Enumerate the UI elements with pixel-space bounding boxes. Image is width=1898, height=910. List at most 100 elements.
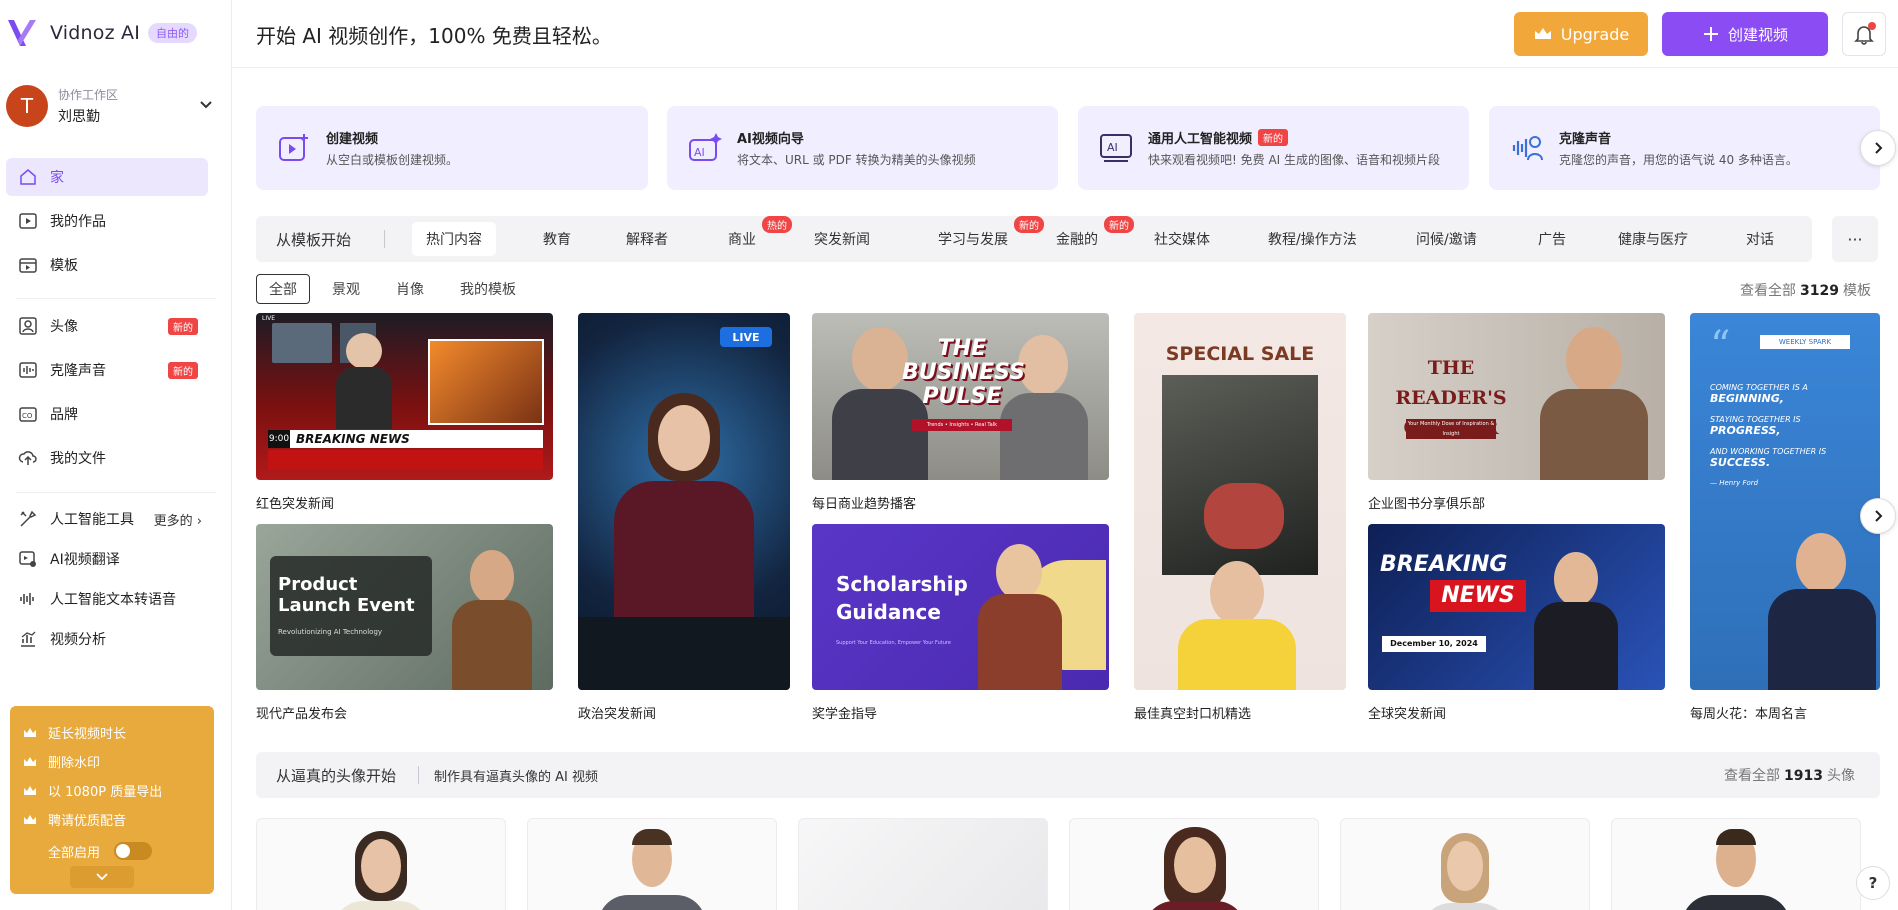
tab-social-media[interactable]: 社交媒体 xyxy=(1140,222,1224,256)
workspace-label: 协作工作区 xyxy=(58,88,119,102)
filter-portrait[interactable]: 肖像 xyxy=(384,274,436,304)
create-video-button[interactable]: 创建视频 xyxy=(1662,12,1828,56)
feature-card-clone-voice[interactable]: 克隆声音 克隆您的声音，用您的语气说 40 多种语言。 xyxy=(1489,106,1880,190)
feature-desc: 从空白或模板创建视频。 xyxy=(326,153,459,167)
tools-icon xyxy=(20,510,37,527)
avatar-card[interactable] xyxy=(1340,818,1590,910)
filter-landscape[interactable]: 景观 xyxy=(320,274,372,304)
presenter-head xyxy=(470,550,514,604)
help-button[interactable]: ? xyxy=(1856,866,1890,900)
voice-clone-icon xyxy=(1512,136,1543,161)
live-badge: LIVE xyxy=(720,327,772,347)
sidebar-item-video-analysis[interactable]: 视频分析 xyxy=(6,620,208,658)
notifications-button[interactable] xyxy=(1842,12,1886,56)
tab-business[interactable]: 商业 热的 xyxy=(714,216,792,256)
avatar-section-subtitle: 制作具有逼真头像的 AI 视频 xyxy=(434,770,598,785)
tab-tutorial[interactable]: 教程/操作方法 xyxy=(1254,222,1371,256)
workspace-switcher[interactable]: T 协作工作区 刘思勤 xyxy=(6,84,216,128)
sidebar-item-video-translate[interactable]: AI视频翻译 xyxy=(6,540,208,578)
sidebar-item-my-works[interactable]: 我的作品 xyxy=(6,202,208,240)
tab-finance[interactable]: 金融的 新的 xyxy=(1042,216,1134,256)
avatar-head xyxy=(1447,841,1483,891)
translate-icon xyxy=(19,551,36,567)
view-all-avatars-link[interactable]: 查看全部 1913 头像 xyxy=(1724,765,1855,785)
sidebar-item-label: 我的文件 xyxy=(50,451,106,467)
sidebar-item-home[interactable]: 家 xyxy=(6,158,208,196)
create-video-icon xyxy=(279,134,308,161)
tab-dialogue[interactable]: 对话 xyxy=(1732,222,1788,256)
quote-text: COMING TOGETHER IS A BEGINNING, STAYING … xyxy=(1710,383,1827,487)
tab-breaking-news[interactable]: 突发新闻 xyxy=(800,222,884,256)
avatar-card[interactable] xyxy=(527,818,777,910)
avatar-body xyxy=(1421,903,1509,910)
vidnoz-logo-icon xyxy=(8,20,36,46)
tab-health[interactable]: 健康与医疗 xyxy=(1604,222,1702,256)
avatar-card[interactable] xyxy=(1069,818,1319,910)
sidebar-item-templates[interactable]: 模板 xyxy=(6,246,208,284)
avatar-head xyxy=(1174,837,1216,893)
brand-name: Vidnoz AI xyxy=(50,22,140,44)
sidebar-item-ai-tools[interactable]: 人工智能工具 更多的 › xyxy=(6,500,208,538)
presenter-head xyxy=(1554,552,1598,606)
template-card-global-news[interactable]: BREAKING NEWS December 10, 2024 xyxy=(1368,524,1665,690)
promo-collapse-button[interactable] xyxy=(70,866,134,888)
templates-next-button[interactable] xyxy=(1860,498,1896,534)
scholarship-subtitle: Support Your Education, Empower Your Fut… xyxy=(836,640,951,646)
sidebar-item-brand[interactable]: CO 品牌 xyxy=(6,395,208,433)
filter-all[interactable]: 全部 xyxy=(256,274,310,304)
feature-card-ai-wizard[interactable]: AI AI视频向导 将文本、URL 或 PDF 转换为精美的头像视频 xyxy=(667,106,1058,190)
more-categories-button[interactable]: ··· xyxy=(1832,216,1878,262)
tab-greetings[interactable]: 问候/邀请 xyxy=(1402,222,1491,256)
tab-education[interactable]: 教育 xyxy=(529,222,585,256)
feature-desc: 快来观看视频吧! 免费 AI 生成的图像、语音和视频片段 xyxy=(1148,153,1441,167)
avatar-card[interactable] xyxy=(798,818,1048,910)
analytics-icon xyxy=(21,631,36,647)
video-icon xyxy=(19,213,37,229)
live-label: LIVE xyxy=(262,315,276,322)
template-card-scholarship[interactable]: Scholarship Guidance Support Your Educat… xyxy=(812,524,1109,690)
template-card-product-launch[interactable]: Product Launch Event Revolutionizing AI … xyxy=(256,524,553,690)
avatar-hair xyxy=(1716,829,1756,845)
tab-learning[interactable]: 学习与发展 新的 xyxy=(924,216,1044,256)
brand[interactable]: Vidnoz AI 自由的 xyxy=(6,16,197,50)
upgrade-button[interactable]: Upgrade xyxy=(1514,12,1648,56)
tab-explainer[interactable]: 解释者 xyxy=(612,222,682,256)
news-title: NEWS xyxy=(1430,580,1526,612)
feature-card-create-video[interactable]: 创建视频 从空白或模板创建视频。 xyxy=(256,106,648,190)
presenter-body xyxy=(1768,589,1876,690)
template-caption: 红色突发新闻 xyxy=(256,497,335,512)
enable-all-toggle[interactable] xyxy=(114,842,153,860)
feature-card-general-ai-video[interactable]: AI 通用人工智能视频 新的 快来观看视频吧! 免费 AI 生成的图像、语音和视频片… xyxy=(1078,106,1469,190)
business-pulse-subtitle: Trends • Insights • Real Talk xyxy=(912,419,1012,431)
divider xyxy=(418,766,419,784)
sidebar-item-clone-voice[interactable]: 克隆声音 新的 xyxy=(6,351,208,389)
features-next-button[interactable] xyxy=(1860,130,1896,166)
business-pulse-title: THE BUSINESS PULSE xyxy=(902,336,1026,409)
avatar-section-title: 从逼真的头像开始 xyxy=(276,767,397,785)
template-card-political-news[interactable]: LIVE xyxy=(578,313,790,690)
chevron-down-icon xyxy=(200,101,212,109)
sidebar-item-my-files[interactable]: 我的文件 xyxy=(6,439,208,477)
template-card-special-sale[interactable]: SPECIAL SALE xyxy=(1134,313,1346,690)
avatar-card[interactable] xyxy=(256,818,506,910)
time-label: 9:00 xyxy=(268,430,290,448)
sidebar-item-label: 人工智能文本转语音 xyxy=(50,592,176,608)
avatar-card[interactable] xyxy=(1611,818,1861,910)
waveform-icon xyxy=(20,593,34,605)
template-card-readers-corner[interactable]: THE READER'S CORNER Your Monthly Dose of… xyxy=(1368,313,1665,480)
sidebar-item-label: AI视频翻译 xyxy=(50,552,120,568)
sidebar-item-text-to-speech[interactable]: 人工智能文本转语音 xyxy=(6,580,208,618)
avatar-body xyxy=(1682,895,1790,910)
tab-ads[interactable]: 广告 xyxy=(1524,222,1580,256)
crown-icon xyxy=(1534,28,1551,39)
template-card-business-pulse[interactable]: THE BUSINESS PULSE Trends • Insights • R… xyxy=(812,313,1109,480)
sidebar-item-avatars[interactable]: 头像 新的 xyxy=(6,307,208,345)
tab-popular[interactable]: 热门内容 xyxy=(412,222,496,256)
template-card-weekly-spark[interactable]: “ WEEKLY SPARK COMING TOGETHER IS A BEGI… xyxy=(1690,313,1880,690)
template-card-red-breaking-news[interactable]: LIVE 9:00 BREAKING NEWS xyxy=(256,313,553,480)
more-tools-link[interactable]: 更多的 › xyxy=(154,510,202,529)
view-all-templates-link[interactable]: 查看全部 3129 模板 xyxy=(1740,280,1871,300)
presenter-head xyxy=(346,333,382,369)
filter-my-templates[interactable]: 我的模板 xyxy=(448,274,528,304)
quote-mark-icon: “ xyxy=(1710,323,1731,369)
